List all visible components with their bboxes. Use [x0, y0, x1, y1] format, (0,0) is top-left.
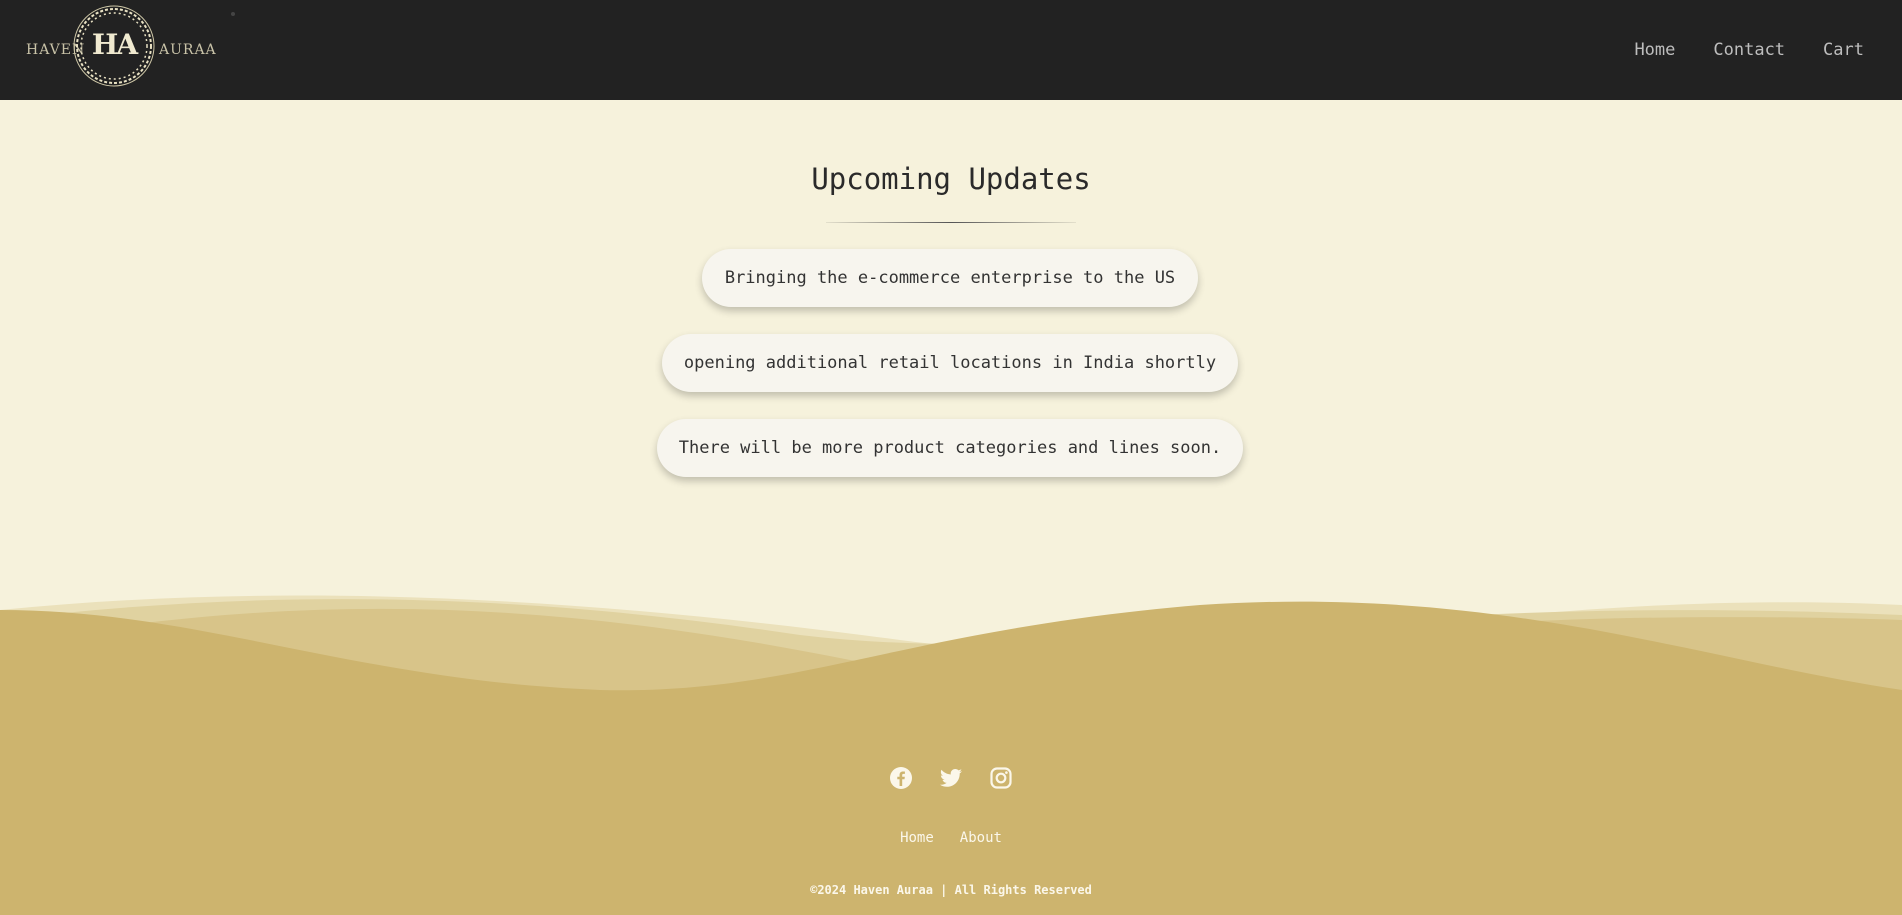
footer-about-link[interactable]: About	[960, 830, 1002, 846]
update-item: There will be more product categories an…	[657, 419, 1243, 477]
social-links	[0, 766, 1902, 790]
brand-logo[interactable]: HAVEN HA AURAA	[24, 4, 217, 92]
instagram-icon[interactable]	[989, 766, 1013, 790]
updates-section: Upcoming Updates Bringing the e-commerce…	[0, 100, 1902, 600]
update-item: opening additional retail locations in I…	[662, 334, 1238, 392]
site-header: HAVEN HA AURAA Home Contact Cart	[0, 0, 1902, 100]
page-title: Upcoming Updates	[811, 162, 1091, 196]
nav-contact-link[interactable]: Contact	[1713, 40, 1785, 60]
twitter-icon[interactable]	[939, 766, 963, 790]
title-divider	[826, 222, 1076, 223]
footer-home-link[interactable]: Home	[900, 830, 934, 846]
footer-links: Home About	[0, 830, 1902, 846]
facebook-icon[interactable]	[889, 766, 913, 790]
brand-name-right: AURAA	[159, 42, 217, 58]
decorative-dot	[231, 12, 235, 16]
nav-cart-link[interactable]: Cart	[1823, 40, 1864, 60]
update-item: Bringing the e-commerce enterprise to th…	[702, 249, 1198, 307]
copyright-text: ©2024 Haven Auraa | All Rights Reserved	[810, 883, 1092, 897]
main-nav: Home Contact Cart	[1634, 0, 1902, 100]
site-footer: Home About ©2024 Haven Auraa | All Right…	[0, 740, 1902, 915]
brand-monogram: HA	[91, 28, 138, 61]
nav-home-link[interactable]: Home	[1634, 40, 1675, 60]
